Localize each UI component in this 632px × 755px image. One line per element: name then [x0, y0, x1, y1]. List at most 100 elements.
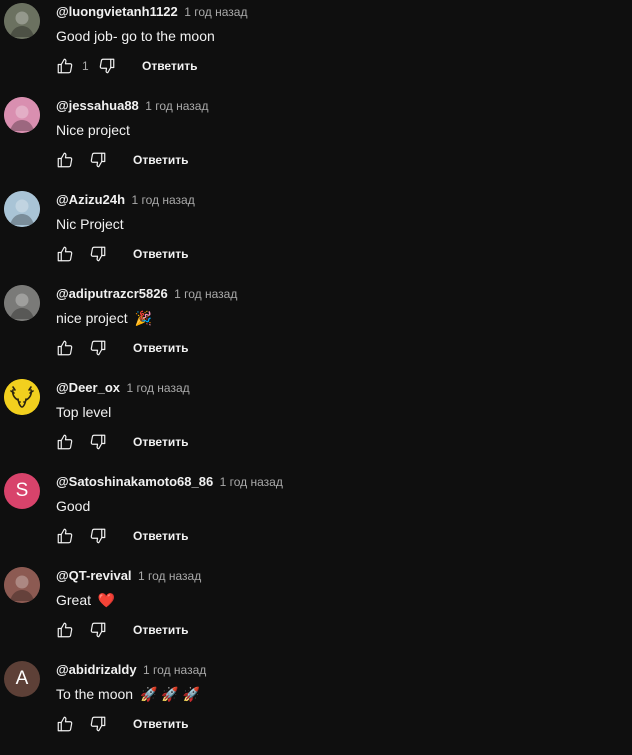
- comment-text: Nice project: [56, 121, 130, 139]
- reply-button[interactable]: Ответить: [133, 717, 188, 731]
- comment-body: nice project: [56, 310, 128, 326]
- comment-text: Good job- go to the moon: [56, 27, 215, 45]
- author-name[interactable]: @Satoshinakamoto68_86: [56, 474, 213, 489]
- reply-button[interactable]: Ответить: [133, 341, 188, 355]
- like-count: 1: [82, 59, 89, 73]
- comment-header: @Azizu24h 1 год назад: [56, 192, 195, 208]
- dislike-button[interactable]: [87, 431, 109, 453]
- thumbs-up-icon: [57, 152, 73, 168]
- comment-timestamp[interactable]: 1 год назад: [131, 193, 194, 207]
- thumbs-down-icon: [90, 528, 106, 544]
- comment-emoji: 🎉: [134, 310, 152, 326]
- avatar[interactable]: [4, 97, 40, 133]
- comment-text: Good: [56, 497, 90, 515]
- comment-item: @Azizu24h 1 год назад Nic Project Ответи: [0, 191, 632, 285]
- avatar[interactable]: [4, 285, 40, 321]
- comment-timestamp[interactable]: 1 год назад: [145, 99, 208, 113]
- comment-header: @Deer_ox 1 год назад: [56, 380, 190, 396]
- comment-text: nice project 🎉: [56, 309, 152, 327]
- reply-button[interactable]: Ответить: [133, 153, 188, 167]
- comment-item: @jessahua88 1 год назад Nice project Отв: [0, 97, 632, 191]
- avatar[interactable]: [4, 567, 40, 603]
- comment-header: @QT-revival 1 год назад: [56, 568, 201, 584]
- avatar[interactable]: S: [4, 473, 40, 509]
- comment-body: Top level: [56, 404, 112, 420]
- reply-button[interactable]: Ответить: [133, 435, 188, 449]
- reply-button[interactable]: Ответить: [133, 247, 188, 261]
- author-name[interactable]: @abidrizaldy: [56, 662, 137, 677]
- avatar[interactable]: [4, 3, 40, 39]
- thumbs-down-icon: [90, 340, 106, 356]
- like-button[interactable]: [54, 149, 76, 171]
- comment-item: @Deer_ox 1 год назад Top level Ответить: [0, 379, 632, 473]
- thumbs-down-icon: [90, 152, 106, 168]
- like-button[interactable]: [54, 431, 76, 453]
- comment-header: @adiputrazcr5826 1 год назад: [56, 286, 237, 302]
- author-name[interactable]: @Deer_ox: [56, 380, 120, 395]
- comment-actions: 1 Ответить: [54, 55, 197, 77]
- thumbs-down-icon: [90, 716, 106, 732]
- comment-body: Good job- go to the moon: [56, 28, 215, 44]
- dislike-button[interactable]: [87, 149, 109, 171]
- comment-actions: Ответить: [54, 525, 188, 547]
- like-button[interactable]: [54, 243, 76, 265]
- thumbs-up-icon: [57, 716, 73, 732]
- comment-timestamp[interactable]: 1 год назад: [126, 381, 189, 395]
- comment-actions: Ответить: [54, 149, 188, 171]
- avatar[interactable]: [4, 379, 40, 415]
- comment-body: Nic Project: [56, 216, 124, 232]
- comment-timestamp[interactable]: 1 год назад: [220, 475, 283, 489]
- avatar[interactable]: A: [4, 661, 40, 697]
- comment-timestamp[interactable]: 1 год назад: [143, 663, 206, 677]
- author-name[interactable]: @luongvietanh1122: [56, 4, 178, 19]
- comment-emoji: ❤️: [97, 592, 116, 608]
- comment-text: Great ❤️: [56, 591, 115, 609]
- author-name[interactable]: @adiputrazcr5826: [56, 286, 168, 301]
- dislike-button[interactable]: [87, 713, 109, 735]
- reply-button[interactable]: Ответить: [133, 529, 188, 543]
- comment-actions: Ответить: [54, 431, 188, 453]
- thumbs-up-icon: [57, 246, 73, 262]
- avatar[interactable]: [4, 191, 40, 227]
- comment-item: @QT-revival 1 год назад Great ❤️ Ответит…: [0, 567, 632, 661]
- like-button[interactable]: [54, 525, 76, 547]
- author-name[interactable]: @QT-revival: [56, 568, 132, 583]
- dislike-button[interactable]: [87, 619, 109, 641]
- comment-actions: Ответить: [54, 713, 188, 735]
- comment-header: @jessahua88 1 год назад: [56, 98, 208, 114]
- dislike-button[interactable]: [87, 525, 109, 547]
- thumbs-up-icon: [57, 528, 73, 544]
- like-button[interactable]: [54, 55, 76, 77]
- comment-body: To the moon: [56, 686, 134, 702]
- thumbs-up-icon: [57, 58, 73, 74]
- comment-timestamp[interactable]: 1 год назад: [184, 5, 247, 19]
- like-button[interactable]: [54, 337, 76, 359]
- comment-header: @luongvietanh1122 1 год назад: [56, 4, 247, 20]
- comment-text: Top level: [56, 403, 111, 421]
- author-name[interactable]: @jessahua88: [56, 98, 139, 113]
- comment-timestamp[interactable]: 1 год назад: [174, 287, 237, 301]
- thumbs-down-icon: [99, 58, 115, 74]
- comment-header: @Satoshinakamoto68_86 1 год назад: [56, 474, 283, 490]
- like-button[interactable]: [54, 619, 76, 641]
- dislike-button[interactable]: [87, 243, 109, 265]
- comment-text: To the moon 🚀 🚀 🚀: [56, 685, 200, 703]
- reply-button[interactable]: Ответить: [142, 59, 197, 73]
- dislike-button[interactable]: [87, 337, 109, 359]
- like-button[interactable]: [54, 713, 76, 735]
- comment-body: Good: [56, 498, 91, 514]
- comment-text: Nic Project: [56, 215, 124, 233]
- comment-timestamp[interactable]: 1 год назад: [138, 569, 201, 583]
- dislike-button[interactable]: [96, 55, 118, 77]
- thumbs-up-icon: [57, 434, 73, 450]
- comment-emoji: 🚀 🚀 🚀: [139, 686, 201, 702]
- thumbs-down-icon: [90, 246, 106, 262]
- comment-item: @adiputrazcr5826 1 год назад nice projec…: [0, 285, 632, 379]
- thumbs-up-icon: [57, 340, 73, 356]
- reply-button[interactable]: Ответить: [133, 623, 188, 637]
- comment-actions: Ответить: [54, 337, 188, 359]
- author-name[interactable]: @Azizu24h: [56, 192, 125, 207]
- comment-item: S @Satoshinakamoto68_86 1 год назад Good: [0, 473, 632, 567]
- thumbs-down-icon: [90, 434, 106, 450]
- comment-body: Great: [56, 592, 92, 608]
